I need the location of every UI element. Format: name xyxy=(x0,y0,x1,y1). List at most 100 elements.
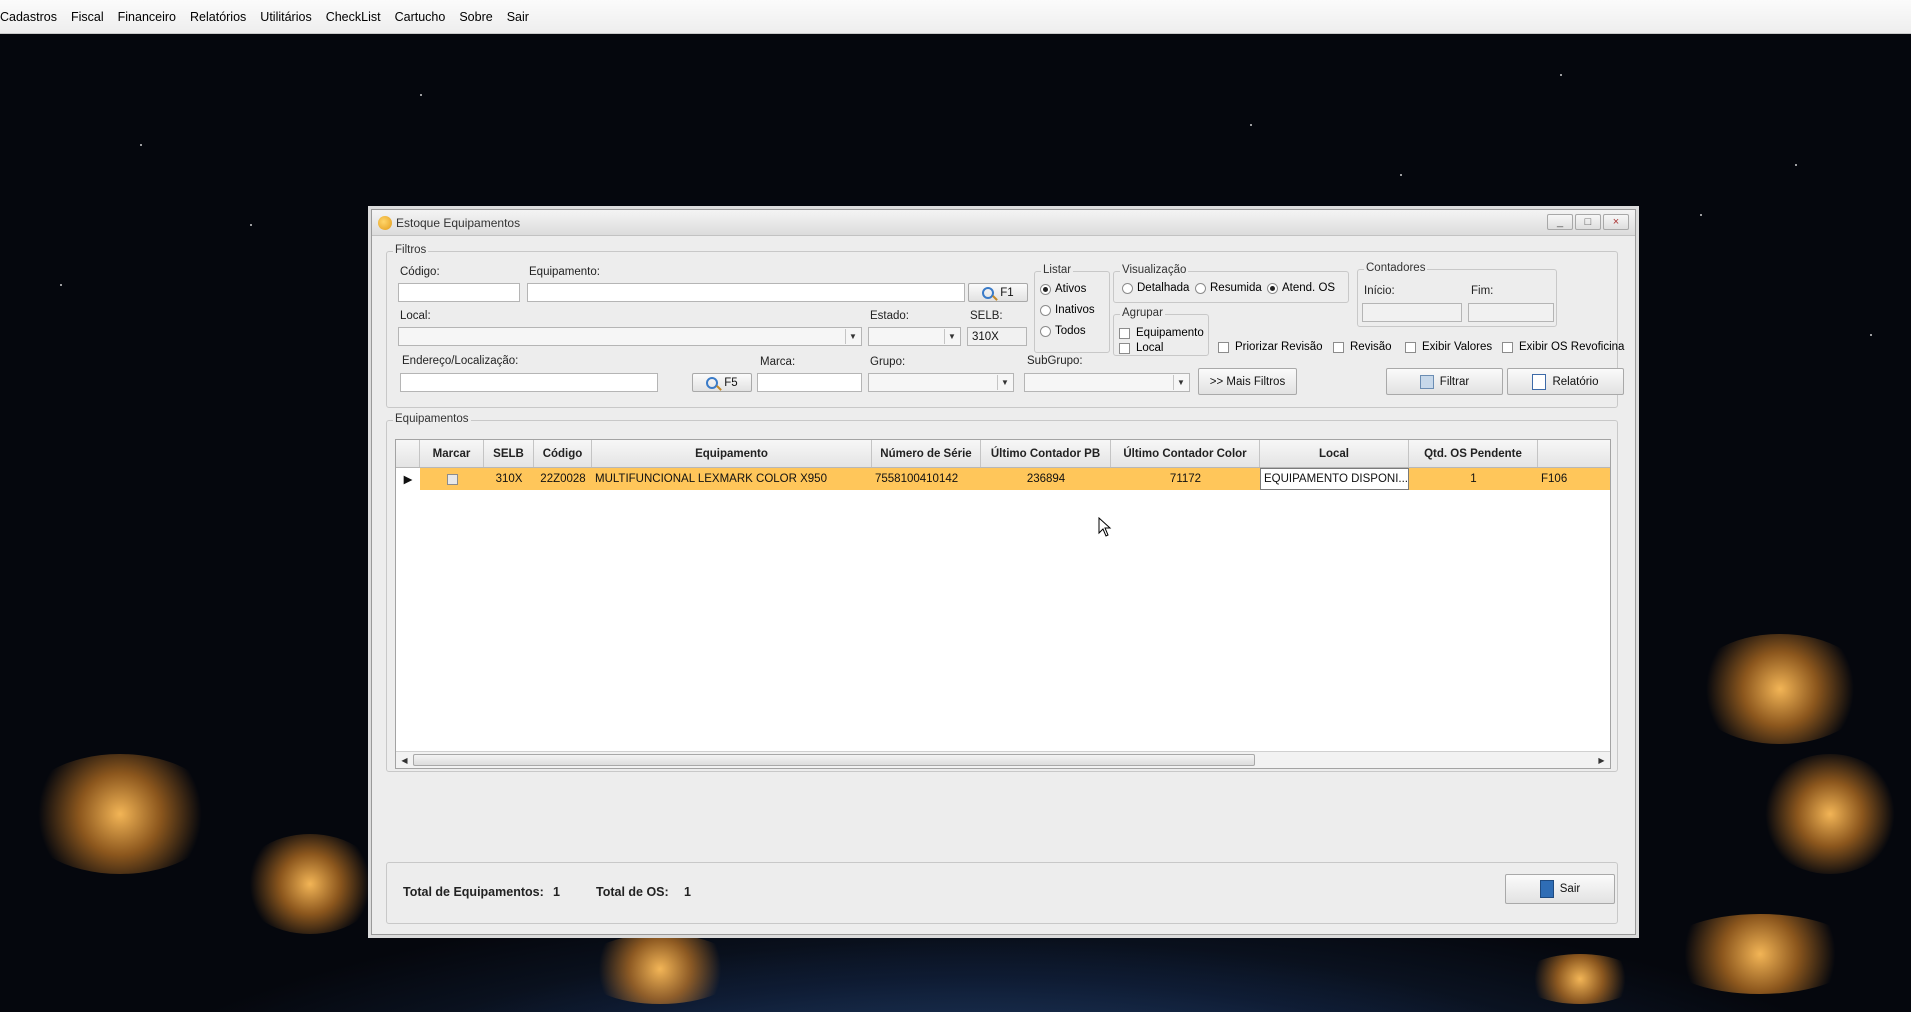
row-marcar-cell[interactable] xyxy=(420,468,484,490)
listar-inativos-label: Inativos xyxy=(1055,304,1095,316)
radio-unchecked-icon xyxy=(1040,325,1051,337)
chevron-down-icon: ▼ xyxy=(944,329,959,344)
agrupar-group-label: Agrupar xyxy=(1120,307,1165,319)
total-equipamentos-label: Total de Equipamentos: xyxy=(403,885,544,899)
menu-cartucho[interactable]: Cartucho xyxy=(388,10,453,24)
sair-label: Sair xyxy=(1559,883,1581,895)
grupo-combo[interactable]: ▼ xyxy=(868,373,1014,392)
row-codigo-cell[interactable]: 22Z0028 xyxy=(534,468,592,490)
row-numero-serie-cell[interactable]: 7558100410142 xyxy=(872,468,981,490)
equipamentos-grid[interactable]: Marcar SELB Código Equipamento Número de… xyxy=(395,439,1611,769)
menu-sair[interactable]: Sair xyxy=(500,10,536,24)
chevron-down-icon: ▼ xyxy=(1173,375,1188,390)
grupo-label: Grupo: xyxy=(870,356,906,368)
agrupar-local-label: Local xyxy=(1136,342,1164,354)
checkbox-icon xyxy=(1119,342,1130,354)
filtrar-button[interactable]: Filtrar xyxy=(1386,368,1503,395)
row-selb-cell[interactable]: 310X xyxy=(484,468,534,490)
menu-checklist[interactable]: CheckList xyxy=(319,10,388,24)
row-extra-cell[interactable]: F106 xyxy=(1538,468,1610,490)
checkbox-icon xyxy=(1119,327,1130,339)
exit-door-icon xyxy=(1539,880,1554,898)
scroll-left-icon[interactable]: ◀ xyxy=(397,753,412,767)
header-selb[interactable]: SELB xyxy=(484,440,534,467)
subgrupo-label: SubGrupo: xyxy=(1027,355,1083,367)
radio-checked-icon xyxy=(1267,282,1278,294)
header-codigo[interactable]: Código xyxy=(534,440,592,467)
search-icon xyxy=(982,286,995,299)
local-label: Local: xyxy=(400,310,431,322)
menu-relatorios[interactable]: Relatórios xyxy=(183,10,253,24)
exibir-os-revoficina-check[interactable]: Exibir OS Revoficina xyxy=(1502,341,1624,353)
agrupar-local-check[interactable]: Local xyxy=(1119,342,1164,354)
radio-unchecked-icon xyxy=(1195,282,1206,294)
selb-label: SELB: xyxy=(970,310,1003,322)
revisao-label: Revisão xyxy=(1350,341,1392,353)
menu-sobre[interactable]: Sobre xyxy=(452,10,499,24)
header-contador-pb[interactable]: Último Contador PB xyxy=(981,440,1111,467)
row-equipamento-cell[interactable]: MULTIFUNCIONAL LEXMARK COLOR X950 xyxy=(592,468,872,490)
checkbox-icon xyxy=(1405,341,1416,353)
mais-filtros-button[interactable]: >> Mais Filtros xyxy=(1198,368,1297,395)
f5-search-button[interactable]: F5 xyxy=(692,373,752,392)
endereco-input[interactable] xyxy=(400,373,658,392)
vis-detalhada-radio[interactable]: Detalhada xyxy=(1122,282,1189,294)
f1-search-button[interactable]: F1 xyxy=(968,283,1028,302)
equipamento-input[interactable] xyxy=(527,283,965,302)
vis-resumida-radio[interactable]: Resumida xyxy=(1195,282,1262,294)
listar-ativos-radio[interactable]: Ativos xyxy=(1040,283,1086,295)
checkbox-icon[interactable] xyxy=(446,473,458,485)
visualizacao-group-label: Visualização xyxy=(1120,264,1189,276)
sair-button[interactable]: Sair xyxy=(1505,874,1615,904)
row-contador-pb-cell[interactable]: 236894 xyxy=(981,468,1111,490)
vis-atend-os-radio[interactable]: Atend. OS xyxy=(1267,282,1335,294)
header-row-selector xyxy=(396,440,420,467)
contador-inicio-input[interactable] xyxy=(1362,303,1462,322)
selb-input[interactable] xyxy=(967,327,1027,346)
estado-combo[interactable]: ▼ xyxy=(868,327,961,346)
scrollbar-thumb[interactable] xyxy=(413,754,1255,766)
window-titlebar[interactable]: Estoque Equipamentos _ □ × xyxy=(372,210,1635,236)
total-os-label: Total de OS: xyxy=(596,885,669,899)
menu-utilitarios[interactable]: Utilitários xyxy=(253,10,318,24)
revisao-check[interactable]: Revisão xyxy=(1333,341,1392,353)
grid-header: Marcar SELB Código Equipamento Número de… xyxy=(396,440,1610,468)
minimize-button[interactable]: _ xyxy=(1547,214,1573,230)
marca-input[interactable] xyxy=(757,373,862,392)
relatorio-button[interactable]: Relatório xyxy=(1507,368,1624,395)
codigo-input[interactable] xyxy=(398,283,520,302)
maximize-button[interactable]: □ xyxy=(1575,214,1601,230)
header-contador-color[interactable]: Último Contador Color xyxy=(1111,440,1260,467)
header-extra[interactable] xyxy=(1538,440,1610,467)
table-row[interactable]: ▶ 310X 22Z0028 MULTIFUNCIONAL LEXMARK CO… xyxy=(396,468,1610,490)
row-contador-color-cell[interactable]: 71172 xyxy=(1111,468,1260,490)
row-qtd-os-cell[interactable]: 1 xyxy=(1409,468,1538,490)
exibir-valores-check[interactable]: Exibir Valores xyxy=(1405,341,1492,353)
horizontal-scrollbar[interactable]: ◀ ▶ xyxy=(396,751,1610,768)
header-qtd-os-pendente[interactable]: Qtd. OS Pendente xyxy=(1409,440,1538,467)
subgrupo-combo[interactable]: ▼ xyxy=(1024,373,1190,392)
f1-label: F1 xyxy=(1000,286,1014,299)
local-combo[interactable]: ▼ xyxy=(398,327,862,346)
close-button[interactable]: × xyxy=(1603,214,1629,230)
endereco-label: Endereço/Localização: xyxy=(402,355,519,367)
equipamentos-group-label: Equipamentos xyxy=(393,413,471,425)
menu-financeiro[interactable]: Financeiro xyxy=(111,10,183,24)
header-marcar[interactable]: Marcar xyxy=(420,440,484,467)
header-numero-serie[interactable]: Número de Série xyxy=(872,440,981,467)
row-local-cell[interactable]: EQUIPAMENTO DISPONI... xyxy=(1260,468,1409,490)
agrupar-equipamento-check[interactable]: Equipamento xyxy=(1119,327,1204,339)
header-local[interactable]: Local xyxy=(1260,440,1409,467)
radio-checked-icon xyxy=(1040,283,1051,295)
header-equipamento[interactable]: Equipamento xyxy=(592,440,872,467)
priorizar-revisao-check[interactable]: Priorizar Revisão xyxy=(1218,341,1323,353)
contador-fim-input[interactable] xyxy=(1468,303,1554,322)
equipamento-label: Equipamento: xyxy=(529,266,600,278)
listar-todos-radio[interactable]: Todos xyxy=(1040,325,1086,337)
estoque-window: Estoque Equipamentos _ □ × Filtros Códig… xyxy=(371,209,1636,935)
listar-inativos-radio[interactable]: Inativos xyxy=(1040,304,1095,316)
vis-resumida-label: Resumida xyxy=(1210,282,1262,294)
menu-fiscal[interactable]: Fiscal xyxy=(64,10,111,24)
menu-cadastros[interactable]: Cadastros xyxy=(0,10,64,24)
scroll-right-icon[interactable]: ▶ xyxy=(1594,753,1609,767)
